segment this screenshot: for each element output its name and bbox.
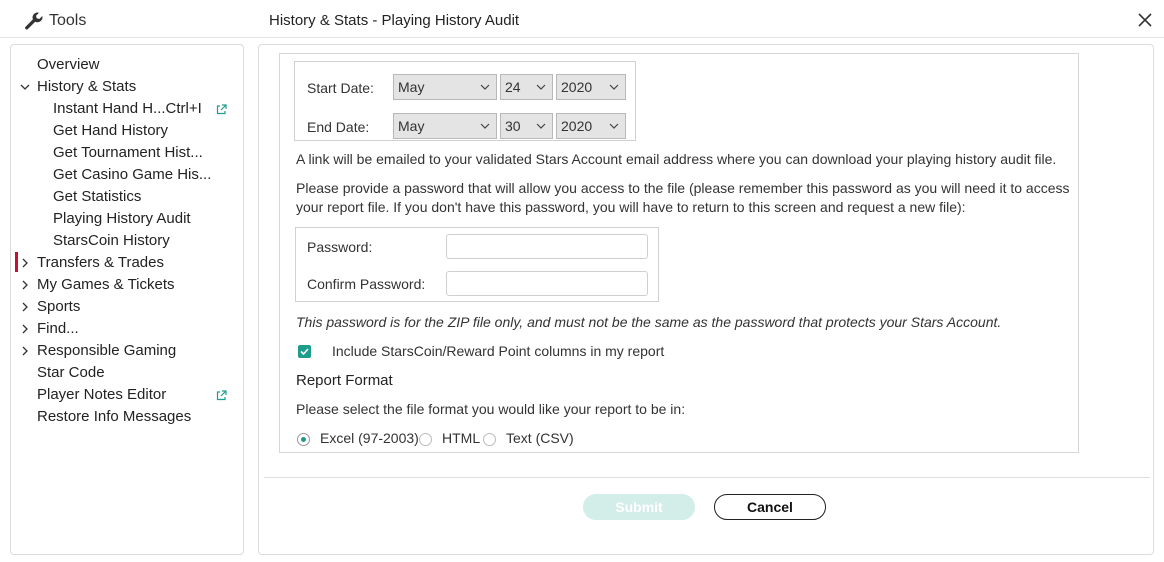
format-excel-label: Excel (97-2003): [320, 430, 419, 446]
zip-password-note: This password is for the ZIP file only, …: [296, 314, 1002, 330]
sidebar-item-label: Transfers & Trades: [37, 254, 164, 271]
sidebar-item-instant-hand-history[interactable]: Instant Hand H...Ctrl+I: [11, 98, 243, 120]
password-instructions-line1: Please provide a password that will allo…: [296, 180, 1070, 196]
start-day-value: 24: [505, 79, 521, 95]
format-excel-radio[interactable]: [297, 433, 310, 446]
sidebar-item-responsible-gaming[interactable]: Responsible Gaming: [11, 340, 243, 362]
chevron-down-icon: [609, 84, 619, 90]
sidebar-item-get-statistics[interactable]: Get Statistics: [11, 186, 243, 208]
sidebar-item-history-stats[interactable]: History & Stats: [11, 76, 243, 98]
start-day-select[interactable]: 24: [500, 74, 553, 100]
sidebar-item-star-code[interactable]: Star Code: [11, 362, 243, 384]
report-format-heading: Report Format: [296, 372, 393, 389]
sidebar-item-label: Get Hand History: [53, 122, 169, 139]
end-day-select[interactable]: 30: [500, 113, 553, 139]
main-panel: Start Date: May 24 2020 End Date: May 30: [258, 44, 1154, 555]
sidebar-item-label: StarsCoin History: [53, 232, 170, 249]
format-csv-radio[interactable]: [483, 433, 496, 446]
footer-divider: [264, 477, 1150, 478]
sidebar-item-transfers-trades[interactable]: Transfers & Trades: [11, 252, 243, 274]
chevron-down-icon: [480, 123, 490, 129]
include-columns-label: Include StarsCoin/Reward Point columns i…: [332, 343, 665, 359]
sidebar-item-label: Player Notes Editor: [37, 386, 167, 403]
sidebar-nav: Overview History & Stats Instant Hand H.…: [10, 44, 244, 555]
chevron-down-icon: [536, 123, 546, 129]
title-bar: Tools History & Stats - Playing History …: [0, 0, 1164, 38]
sidebar-item-label: Star Code: [37, 364, 105, 381]
format-html-label: HTML: [442, 430, 481, 446]
chevron-down-icon: [20, 84, 30, 90]
format-csv-label: Text (CSV): [506, 430, 574, 446]
chevron-right-icon: [22, 280, 28, 290]
sidebar-item-get-tournament-history[interactable]: Get Tournament Hist...: [11, 142, 243, 164]
sidebar-item-label: Get Statistics: [53, 188, 142, 205]
chevron-right-icon: [22, 324, 28, 334]
sidebar-item-get-casino-game-history[interactable]: Get Casino Game His...: [11, 164, 243, 186]
cancel-button[interactable]: Cancel: [714, 494, 826, 520]
sidebar-item-label: Playing History Audit: [53, 210, 191, 227]
sidebar-item-overview[interactable]: Overview: [11, 54, 243, 76]
sidebar-item-sports[interactable]: Sports: [11, 296, 243, 318]
end-date-label: End Date:: [307, 119, 370, 135]
sidebar-item-label: Get Tournament Hist...: [53, 144, 203, 161]
submit-button[interactable]: Submit: [583, 494, 695, 520]
sidebar-item-starscoin-history[interactable]: StarsCoin History: [11, 230, 243, 252]
sidebar-item-get-hand-history[interactable]: Get Hand History: [11, 120, 243, 142]
start-date-label: Start Date:: [307, 80, 374, 96]
report-format-prompt: Please select the file format you would …: [296, 401, 686, 417]
chevron-down-icon: [480, 84, 490, 90]
start-year-select[interactable]: 2020: [556, 74, 626, 100]
end-year-select[interactable]: 2020: [556, 113, 626, 139]
start-month-value: May: [398, 79, 425, 95]
sidebar-item-restore-info-messages[interactable]: Restore Info Messages: [11, 406, 243, 428]
sidebar-item-label: Get Casino Game His...: [53, 166, 212, 183]
checkmark-icon: [300, 348, 309, 356]
close-icon[interactable]: [1136, 11, 1154, 29]
include-columns-checkbox[interactable]: [298, 345, 311, 358]
sidebar-item-my-games-tickets[interactable]: My Games & Tickets: [11, 274, 243, 296]
sidebar-item-label: History & Stats: [37, 78, 137, 95]
window-title: History & Stats - Playing History Audit: [269, 12, 520, 29]
sidebar-item-label: My Games & Tickets: [37, 276, 175, 293]
wrench-icon: [25, 12, 43, 30]
end-month-value: May: [398, 118, 425, 134]
sidebar-item-label: Sports: [37, 298, 81, 315]
external-link-icon: [216, 390, 227, 401]
chevron-down-icon: [609, 123, 619, 129]
sidebar-item-label: Overview: [37, 56, 100, 73]
audit-form: Start Date: May 24 2020 End Date: May 30: [279, 53, 1079, 453]
date-range-group: Start Date: May 24 2020 End Date: May 30: [294, 61, 636, 141]
password-instructions-line2: your report file. If you don't have this…: [296, 199, 966, 215]
sidebar-item-find[interactable]: Find...: [11, 318, 243, 340]
end-month-select[interactable]: May: [393, 113, 497, 139]
password-label: Password:: [307, 239, 373, 255]
end-day-value: 30: [505, 118, 521, 134]
password-group: Password: Confirm Password:: [295, 227, 659, 302]
sidebar-item-playing-history-audit[interactable]: Playing History Audit: [11, 208, 243, 230]
sidebar-item-label: Restore Info Messages: [37, 408, 192, 425]
start-year-value: 2020: [561, 79, 593, 95]
tools-label: Tools: [49, 12, 87, 29]
sidebar-item-label: Responsible Gaming: [37, 342, 177, 359]
chevron-right-icon: [22, 302, 28, 312]
chevron-right-icon: [22, 258, 28, 268]
chevron-down-icon: [536, 84, 546, 90]
end-year-value: 2020: [561, 118, 593, 134]
sidebar-item-player-notes-editor[interactable]: Player Notes Editor: [11, 384, 243, 406]
start-month-select[interactable]: May: [393, 74, 497, 100]
confirm-password-label: Confirm Password:: [307, 276, 426, 292]
confirm-password-input[interactable]: [446, 271, 648, 296]
sidebar-item-label: Find...: [37, 320, 79, 337]
sidebar-item-label: Instant Hand H...Ctrl+I: [53, 100, 202, 117]
chevron-right-icon: [22, 346, 28, 356]
email-note: A link will be emailed to your validated…: [296, 151, 1057, 167]
password-input[interactable]: [446, 234, 648, 259]
format-html-radio[interactable]: [419, 433, 432, 446]
external-link-icon: [216, 104, 227, 115]
